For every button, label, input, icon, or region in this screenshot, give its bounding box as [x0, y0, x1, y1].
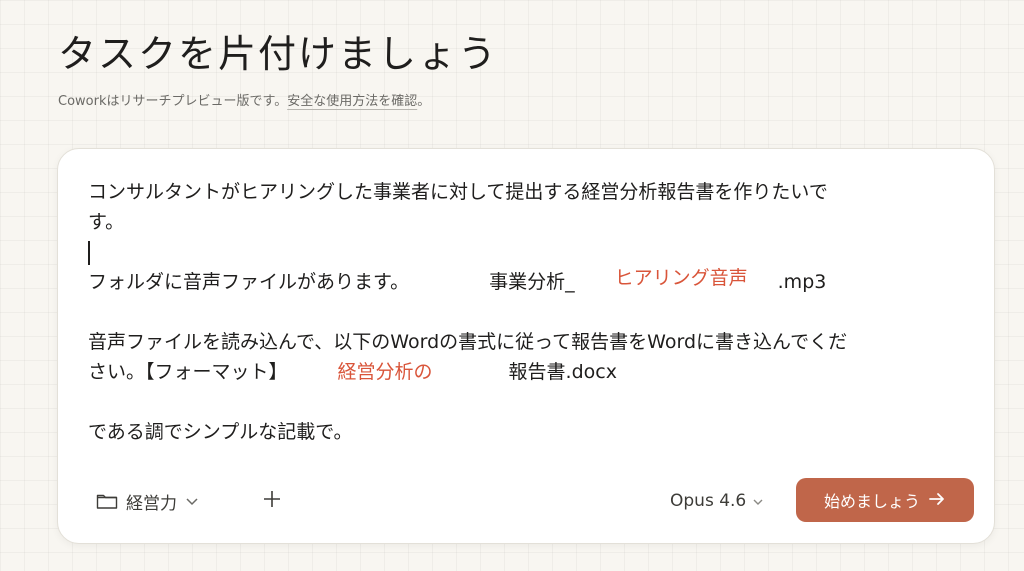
add-attachment-button[interactable]	[258, 487, 286, 515]
prompt-line-2: す。	[88, 211, 125, 233]
prompt-line-caret	[88, 237, 968, 267]
start-button[interactable]: 始めましょう	[796, 478, 974, 522]
subtitle-suffix: 。	[417, 94, 431, 109]
chevron-down-icon	[752, 491, 764, 511]
prompt-input[interactable]: コンサルタントがヒアリングした事業者に対して提出する経営分析報告書を作りたいで …	[88, 177, 968, 467]
prompt-line-5-filename: 報告書.docx	[508, 361, 617, 383]
folder-icon	[96, 492, 118, 510]
prompt-line-1: コンサルタントがヒアリングした事業者に対して提出する経営分析報告書を作りたいで	[88, 181, 828, 203]
subtitle-text: Coworkはリサーチプレビュー版です。	[58, 94, 288, 109]
start-button-label: 始めましょう	[823, 492, 920, 511]
prompt-line-3-text: フォルダに音声ファイルがあります。	[88, 271, 410, 293]
prompt-line-5-text: さい。【フォーマット】	[88, 361, 288, 383]
prompt-blank-line-2	[88, 387, 968, 417]
hearing-audio-annotation: ヒアリング音声	[614, 267, 748, 289]
model-label: Opus 4.6	[670, 491, 747, 511]
prompt-line-4: 音声ファイルを読み込んで、以下のWordの書式に従って報告書をWordに書き込ん…	[88, 331, 848, 353]
business-analysis-annotation: 経営分析の	[337, 361, 433, 383]
prompt-line-6: である調でシンプルな記載で。	[88, 421, 353, 443]
prompt-line-3-filename-prefix: 事業分析_	[489, 271, 575, 293]
folder-label: 経営力	[126, 493, 177, 514]
chevron-down-icon	[185, 496, 199, 506]
model-selector[interactable]: Opus 4.6	[670, 487, 764, 515]
plus-icon	[262, 489, 282, 513]
page-title: タスクを片付けましょう	[58, 32, 499, 76]
subtitle: Coworkはリサーチプレビュー版です。安全な使用方法を確認。	[58, 92, 430, 112]
prompt-line-3-extension: .mp3	[777, 271, 827, 293]
arrow-right-icon	[928, 491, 946, 510]
folder-selector[interactable]: 経営力	[96, 487, 199, 515]
safety-guide-link[interactable]: 安全な使用方法を確認	[287, 94, 417, 109]
prompt-line-3: フォルダに音声ファイルがあります。 事業分析_ ヒアリング音声 .mp3	[88, 267, 968, 297]
prompt-blank-line	[88, 297, 968, 327]
text-caret	[88, 240, 90, 265]
prompt-composer: コンサルタントがヒアリングした事業者に対して提出する経営分析報告書を作りたいで …	[57, 148, 995, 544]
prompt-line-5: さい。【フォーマット】 経営分析の 報告書.docx	[88, 357, 968, 387]
